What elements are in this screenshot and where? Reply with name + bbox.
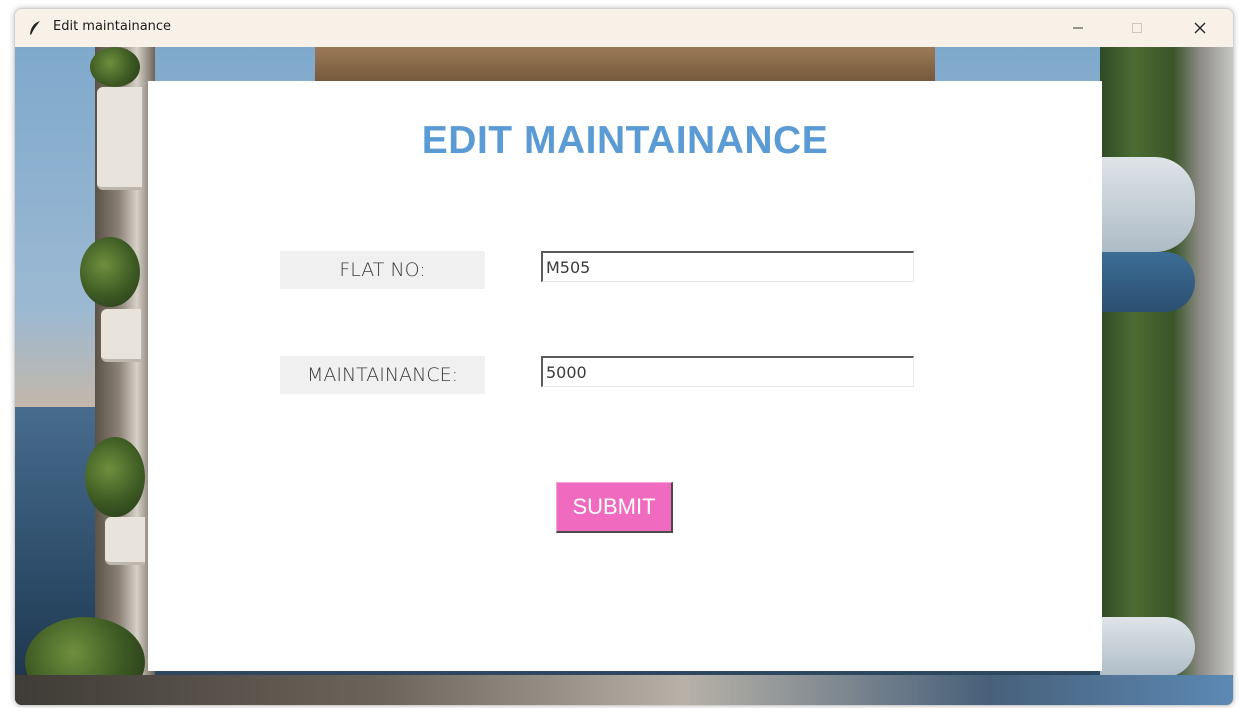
maximize-button[interactable] — [1114, 9, 1160, 47]
building-right — [1100, 47, 1233, 705]
balcony — [105, 517, 145, 565]
maximize-icon — [1132, 23, 1142, 33]
form-panel: EDIT MAINTAINANCE FLAT NO: MAINTAINANCE:… — [148, 81, 1102, 671]
minimize-button[interactable] — [1055, 9, 1101, 47]
balcony — [1100, 617, 1195, 677]
flat-no-input[interactable] — [541, 251, 914, 282]
balcony — [1100, 252, 1195, 312]
title-bar[interactable]: Edit maintainance — [15, 9, 1233, 47]
submit-button[interactable]: SUBMIT — [556, 482, 673, 533]
floor-strip — [15, 675, 1233, 705]
close-icon — [1194, 22, 1206, 34]
maintainance-input[interactable] — [541, 356, 914, 387]
window-title: Edit maintainance — [53, 19, 172, 34]
balcony — [97, 87, 142, 190]
minimize-icon — [1073, 27, 1083, 29]
plant — [90, 47, 140, 87]
flat-no-label: FLAT NO: — [280, 251, 485, 289]
plant — [80, 237, 140, 307]
plant — [85, 437, 145, 517]
app-window: Edit maintainance EDIT MAINTAINANCE FLAT… — [14, 8, 1234, 706]
balcony — [101, 309, 141, 362]
feather-icon — [28, 20, 42, 36]
close-button[interactable] — [1177, 9, 1223, 47]
maintainance-label: MAINTAINANCE: — [280, 356, 485, 394]
page-title: EDIT MAINTAINANCE — [421, 119, 829, 162]
balcony — [1100, 157, 1195, 252]
